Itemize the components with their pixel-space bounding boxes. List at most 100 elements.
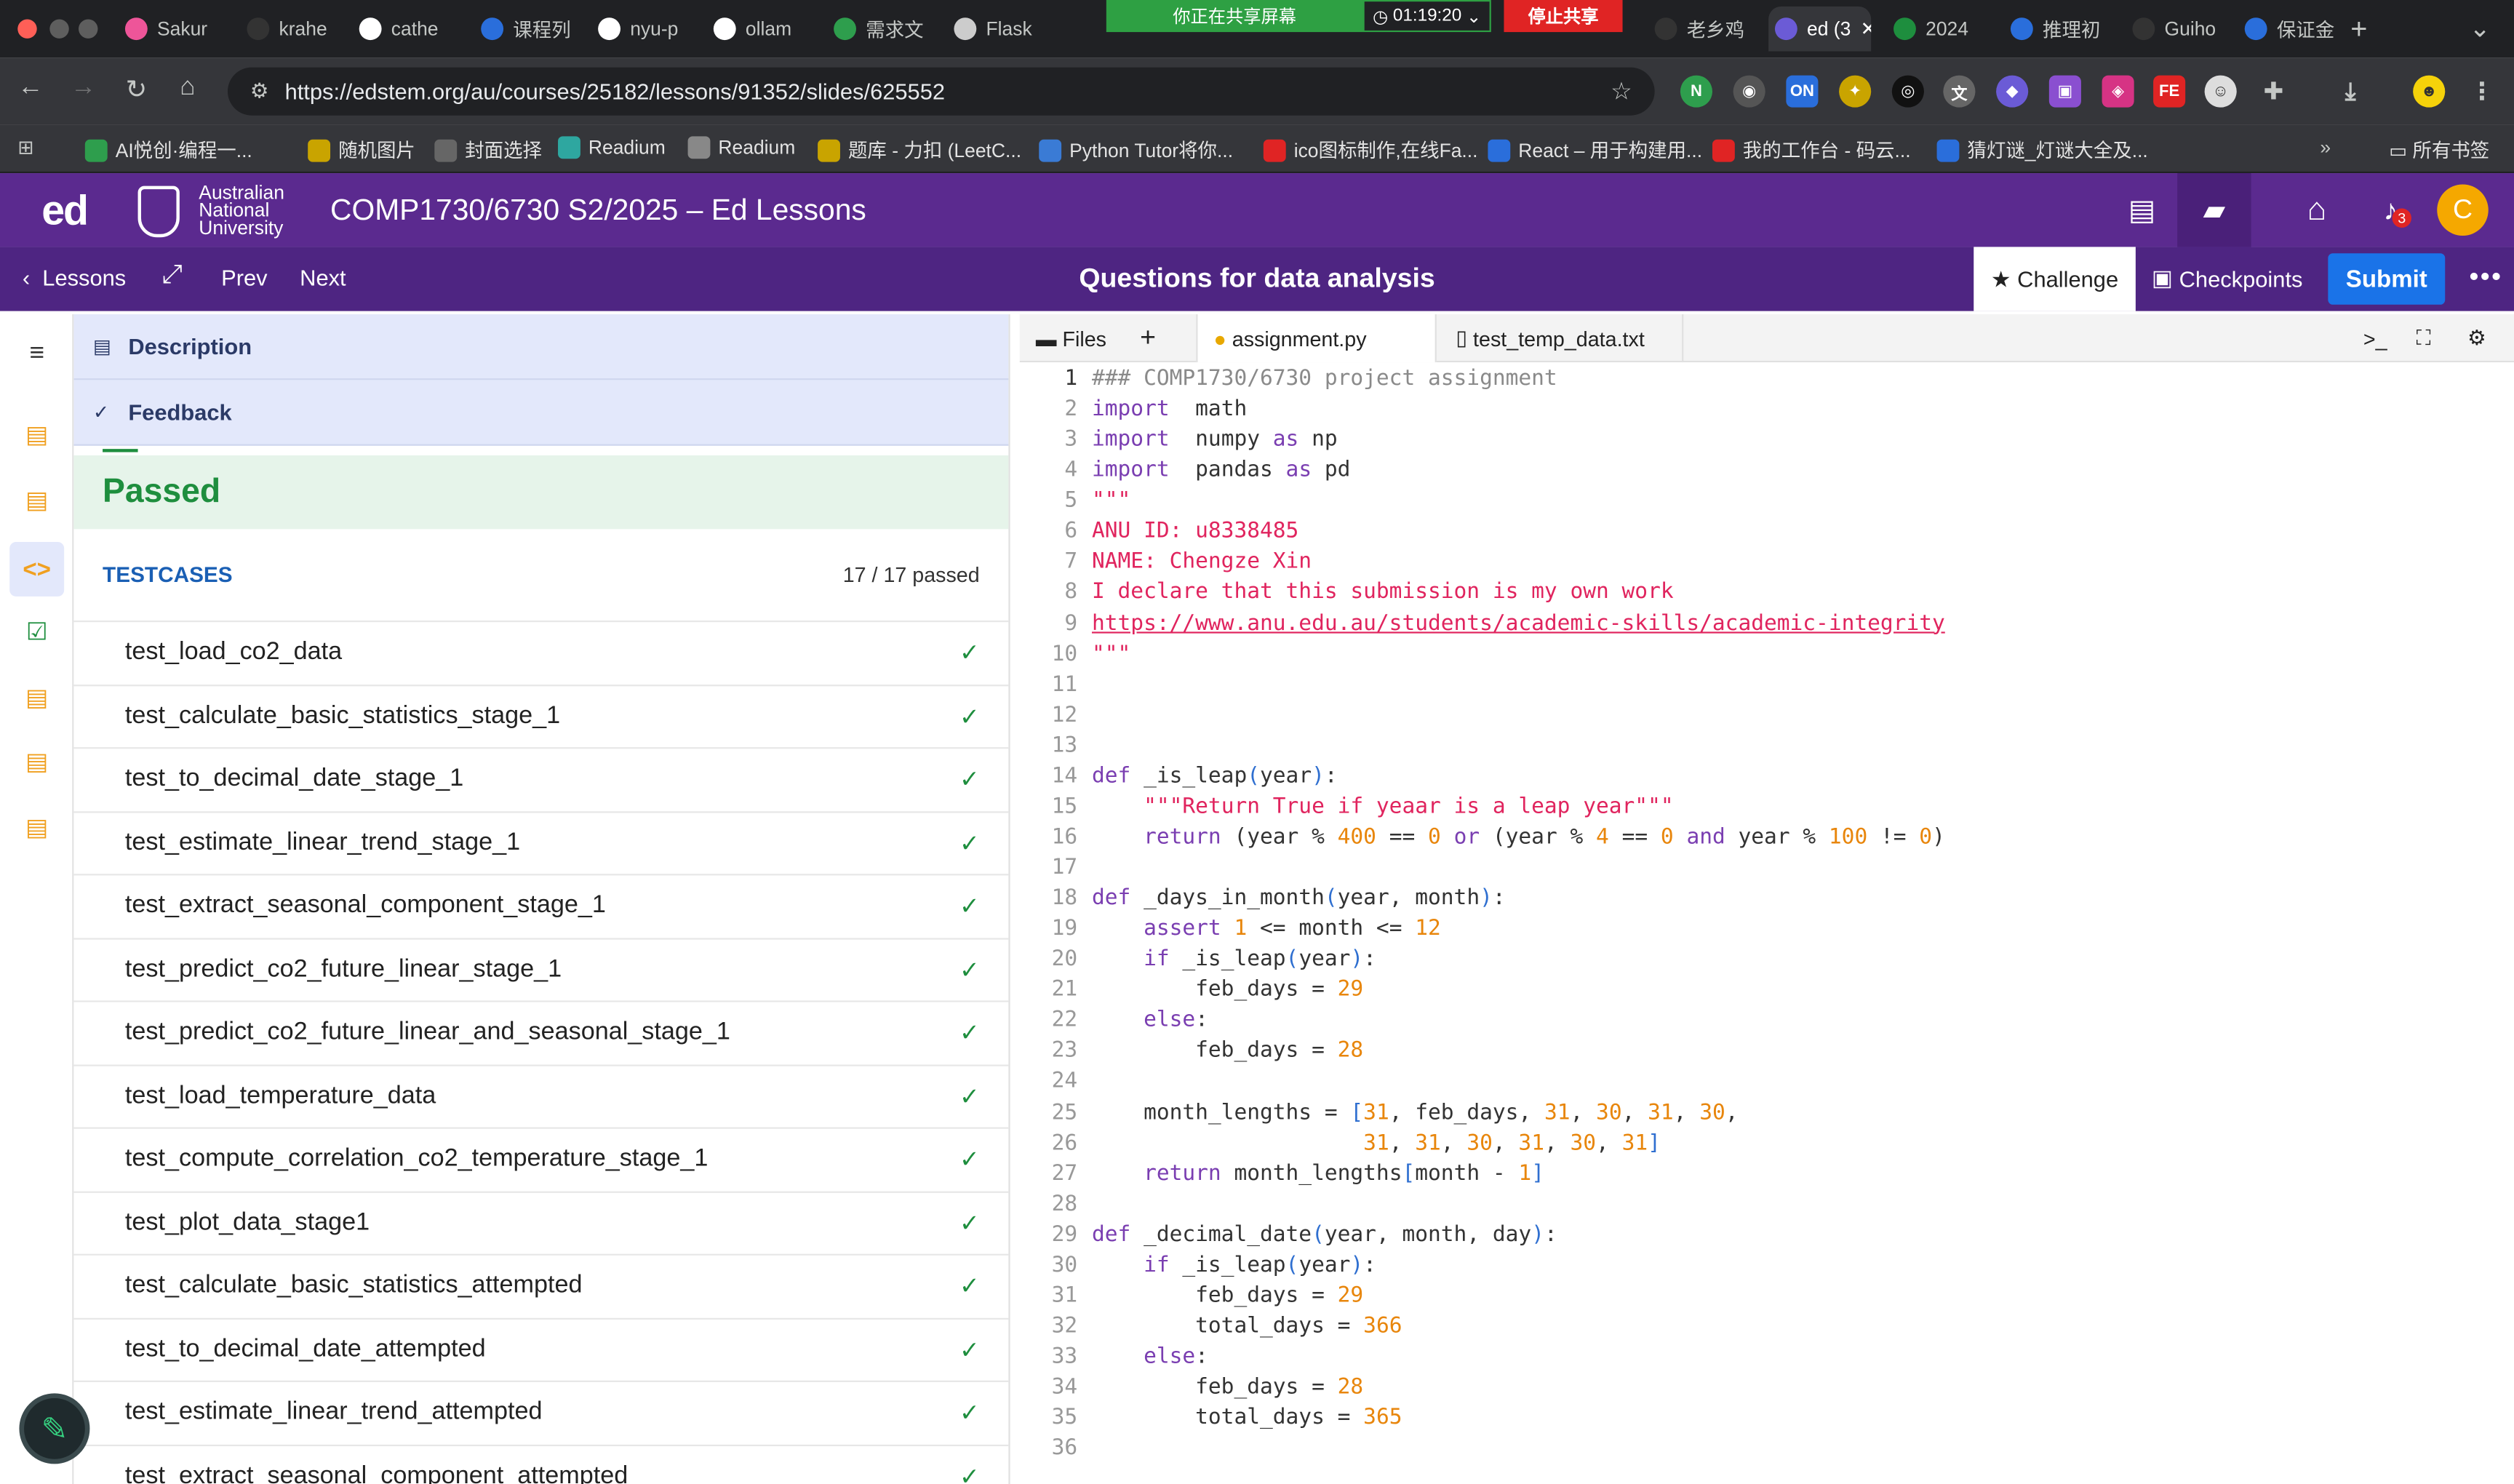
- discussion-icon[interactable]: ▤: [2121, 189, 2163, 231]
- feedback-section[interactable]: ✓ Feedback: [73, 380, 1009, 446]
- fe-extension-icon[interactable]: FE: [2153, 75, 2186, 108]
- bookmark-item[interactable]: 封面选择: [434, 136, 542, 163]
- slide-document-icon[interactable]: ▤: [19, 417, 54, 452]
- code-line[interactable]: 23 feb_days = 28: [1020, 1037, 2514, 1067]
- code-editor[interactable]: 1 ### COMP1730/6730 project assignment 2 im…: [1019, 362, 2514, 1484]
- browser-tab[interactable]: 保证金: [2238, 7, 2338, 52]
- new-file-icon[interactable]: +: [1140, 314, 1156, 362]
- lessons-book-icon[interactable]: ▰: [2177, 173, 2251, 247]
- bookmark-item[interactable]: 题库 - 力扣 (LeetC...: [818, 136, 1021, 163]
- stop-share-button[interactable]: 停止共享: [1504, 0, 1623, 33]
- browser-tab[interactable]: cathe: [353, 7, 452, 52]
- zoom-window-icon[interactable]: [79, 19, 98, 39]
- user-avatar[interactable]: C: [2437, 184, 2489, 236]
- expand-icon[interactable]: ⤢: [162, 261, 183, 290]
- browser-tab[interactable]: ed (3 ✕: [1768, 6, 1872, 52]
- extension-icon[interactable]: ◈: [2102, 75, 2134, 108]
- reload-icon[interactable]: ↻: [119, 73, 153, 105]
- on-extension-icon[interactable]: ON: [1786, 75, 1819, 108]
- extension-n-icon[interactable]: N: [1680, 75, 1712, 108]
- code-line[interactable]: 35 total_days = 365: [1020, 1403, 2514, 1434]
- prev-button[interactable]: Prev: [221, 265, 267, 290]
- testcase-row[interactable]: test_load_temperature_data ✓: [73, 1066, 1009, 1129]
- testcase-row[interactable]: test_to_decimal_date_attempted ✓: [73, 1319, 1009, 1382]
- browser-tab[interactable]: 课程列: [474, 7, 574, 52]
- testcase-row[interactable]: test_plot_data_stage1 ✓: [73, 1192, 1009, 1256]
- code-line[interactable]: 16 return (year % 400 == 0 or (year % 4 …: [1020, 823, 2514, 853]
- bookmark-item[interactable]: 随机图片: [308, 136, 415, 163]
- code-line[interactable]: 26 31, 31, 30, 31, 30, 31]: [1020, 1128, 2514, 1159]
- code-line[interactable]: 30 if _is_leap(year):: [1020, 1250, 2514, 1281]
- code-line[interactable]: 32 total_days = 366: [1020, 1312, 2514, 1342]
- code-line[interactable]: 9 https://www.anu.edu.au/students/academi…: [1020, 608, 2514, 639]
- challenge-tab[interactable]: ★ Challenge: [1974, 247, 2136, 311]
- slide-document-icon[interactable]: ▤: [19, 680, 54, 715]
- submit-button[interactable]: Submit: [2328, 253, 2446, 305]
- camera-extension-icon[interactable]: ◉: [1733, 75, 1765, 108]
- code-line[interactable]: 10 """: [1020, 639, 2514, 669]
- bookmark-item[interactable]: Readium: [687, 136, 795, 159]
- code-line[interactable]: 5 """: [1020, 486, 2514, 516]
- minimize-window-icon[interactable]: [49, 19, 69, 39]
- code-line[interactable]: 19 assert 1 <= month <= 12: [1020, 914, 2514, 945]
- profile-avatar[interactable]: ☺: [2204, 75, 2237, 108]
- browser-tab[interactable]: 老乡鸡: [1648, 7, 1748, 52]
- bookmark-item[interactable]: 我的工作台 - 码云...: [1712, 136, 1911, 163]
- code-line[interactable]: 8 I declare that this submission is my ow…: [1020, 578, 2514, 608]
- code-line[interactable]: 6 ANU ID: u8338485: [1020, 516, 2514, 547]
- close-window-icon[interactable]: [17, 19, 37, 39]
- github-extension-icon[interactable]: ◎: [1891, 75, 1924, 108]
- bookmark-item[interactable]: Readium: [558, 136, 666, 159]
- settings-gear-icon[interactable]: ⚙: [2467, 314, 2486, 362]
- code-line[interactable]: 13: [1020, 731, 2514, 762]
- slide-document-icon[interactable]: ▤: [19, 744, 54, 779]
- back-icon[interactable]: ←: [13, 73, 48, 103]
- slide-quiz-icon[interactable]: ☑: [19, 614, 54, 649]
- slide-code-icon[interactable]: <>: [9, 541, 65, 597]
- browser-tab[interactable]: 需求文: [827, 7, 927, 52]
- testcase-row[interactable]: test_load_co2_data ✓: [73, 622, 1009, 686]
- code-line[interactable]: 25 month_lengths = [31, feb_days, 31, 30…: [1020, 1098, 2514, 1128]
- code-line[interactable]: 14 def _is_leap(year):: [1020, 762, 2514, 792]
- tab-test-temp-data[interactable]: ▯ test_temp_data.txt: [1443, 314, 1684, 363]
- extension-icon[interactable]: ✦: [1839, 75, 1872, 108]
- translate-extension-icon[interactable]: 文: [1943, 75, 1976, 108]
- code-line[interactable]: 20 if _is_leap(year):: [1020, 945, 2514, 976]
- browser-tab[interactable]: nyu-p: [591, 7, 691, 52]
- bookmark-item[interactable]: 猜灯谜_灯谜大全及...: [1936, 136, 2148, 163]
- testcase-row[interactable]: test_estimate_linear_trend_attempted ✓: [73, 1382, 1009, 1445]
- testcase-row[interactable]: test_estimate_linear_trend_stage_1 ✓: [73, 812, 1009, 876]
- code-line[interactable]: 31 feb_days = 29: [1020, 1281, 2514, 1312]
- checkpoints-button[interactable]: ▣ Checkpoints: [2152, 265, 2303, 292]
- new-tab-button[interactable]: +: [2350, 13, 2367, 47]
- code-line[interactable]: 22 else:: [1020, 1006, 2514, 1037]
- close-tab-icon[interactable]: ✕: [1861, 17, 1872, 40]
- testcase-row[interactable]: test_to_decimal_date_stage_1 ✓: [73, 749, 1009, 813]
- course-title[interactable]: COMP1730/6730 S2/2025 – Ed Lessons: [330, 192, 866, 227]
- code-line[interactable]: 4 import pandas as pd: [1020, 455, 2514, 486]
- code-line[interactable]: 36: [1020, 1434, 2514, 1464]
- slide-document-icon[interactable]: ▤: [19, 482, 54, 517]
- slide-document-icon[interactable]: ▤: [19, 810, 54, 845]
- testcase-row[interactable]: test_predict_co2_future_linear_and_seaso…: [73, 1002, 1009, 1066]
- code-line[interactable]: 29 def _decimal_date(year, month, day):: [1020, 1220, 2514, 1250]
- home-nav-icon[interactable]: ⌂: [2296, 189, 2337, 231]
- download-icon[interactable]: ⤓: [2334, 76, 2366, 108]
- code-line[interactable]: 28: [1020, 1189, 2514, 1220]
- code-line[interactable]: 1 ### COMP1730/6730 project assignment: [1020, 364, 2514, 394]
- extension-icon[interactable]: ▣: [2048, 75, 2081, 108]
- testcase-row[interactable]: test_calculate_basic_statistics_stage_1 ✓: [73, 685, 1009, 749]
- browser-menu-icon[interactable]: ⋮: [2466, 76, 2498, 108]
- address-bar[interactable]: ⚙ https://edstem.org/au/courses/25182/le…: [227, 67, 1655, 116]
- browser-tab[interactable]: Flask: [948, 7, 1048, 52]
- extension-icon[interactable]: ◆: [1996, 75, 2029, 108]
- ed-logo[interactable]: ed: [41, 186, 89, 236]
- code-line[interactable]: 11: [1020, 669, 2514, 700]
- testcase-row[interactable]: test_extract_seasonal_component_attempte…: [73, 1445, 1008, 1484]
- code-line[interactable]: 17: [1020, 853, 2514, 884]
- bookmark-item[interactable]: ico图标制作,在线Fa...: [1263, 136, 1477, 163]
- apps-grid-icon[interactable]: ⊞: [17, 136, 33, 159]
- code-line[interactable]: 2 import math: [1020, 394, 2514, 425]
- code-line[interactable]: 15 """Return True if yeaar is a leap yea…: [1020, 792, 2514, 823]
- site-info-icon[interactable]: ⚙: [250, 79, 269, 104]
